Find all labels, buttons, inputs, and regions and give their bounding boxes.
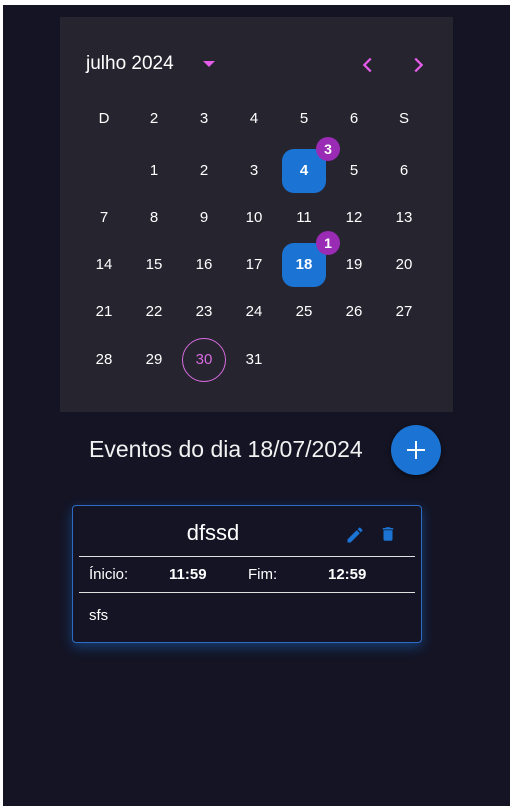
calendar-day-29[interactable]: 29 [132, 338, 176, 382]
calendar-day-13[interactable]: 13 [382, 196, 426, 240]
calendar-day-16[interactable]: 16 [182, 243, 226, 287]
weekday-label: S [398, 110, 409, 127]
month-year-label[interactable]: julho 2024 [86, 53, 174, 75]
calendar-day-24[interactable]: 24 [232, 290, 276, 334]
calendar-day-12[interactable]: 12 [332, 196, 376, 240]
calendar-day-19[interactable]: 19 [332, 243, 376, 287]
calendar-day-25[interactable]: 25 [282, 290, 326, 334]
calendar-day-1[interactable]: 1 [132, 149, 176, 193]
end-label: Fim: [248, 566, 278, 583]
calendar-day-9[interactable]: 9 [182, 196, 226, 240]
trash-icon[interactable] [379, 524, 397, 544]
calendar-day-14[interactable]: 14 [82, 243, 126, 287]
calendar-day-8[interactable]: 8 [132, 196, 176, 240]
calendar-day-10[interactable]: 10 [232, 196, 276, 240]
pencil-icon[interactable] [345, 525, 365, 545]
app-container: julho 2024 D23456S 1 2 3 4 3 5 6 7 8 9 10 11 12 13 14 1… [3, 5, 510, 806]
weekday-label: 2 [149, 110, 159, 127]
calendar-day-28[interactable]: 28 [82, 338, 126, 382]
calendar-day-20[interactable]: 20 [382, 243, 426, 287]
end-time: 12:59 [328, 566, 367, 583]
calendar: julho 2024 D23456S 1 2 3 4 3 5 6 7 8 9 10 11 12 13 14 1… [60, 17, 453, 412]
calendar-header: julho 2024 [60, 17, 453, 107]
calendar-day-30[interactable]: 30 [182, 338, 226, 382]
event-title: dfssd [186, 520, 240, 545]
add-event-button[interactable] [391, 425, 441, 475]
calendar-day-23[interactable]: 23 [182, 290, 226, 334]
weekday-label: 3 [199, 110, 209, 127]
calendar-day-17[interactable]: 17 [232, 243, 276, 287]
calendar-day-5[interactable]: 5 [332, 149, 376, 193]
calendar-day-21[interactable]: 21 [82, 290, 126, 334]
calendar-day-3[interactable]: 3 [232, 149, 276, 193]
calendar-day-27[interactable]: 27 [382, 290, 426, 334]
caret-down-icon[interactable] [203, 61, 215, 67]
divider [79, 556, 415, 557]
weekday-label: D [98, 110, 110, 127]
event-description: sfs [89, 607, 109, 624]
divider [79, 592, 415, 593]
plus-icon-vertical [415, 441, 417, 459]
calendar-day-6[interactable]: 6 [382, 149, 426, 193]
chevron-left-icon[interactable] [357, 54, 379, 76]
chevron-right-icon[interactable] [407, 54, 429, 76]
calendar-day-15[interactable]: 15 [132, 243, 176, 287]
events-day-title: Eventos do dia 18/07/2024 [89, 436, 363, 462]
calendar-day-2[interactable]: 2 [182, 149, 226, 193]
weekday-label: 5 [299, 110, 309, 127]
calendar-day-31[interactable]: 31 [232, 338, 276, 382]
weekday-label: 6 [349, 110, 359, 127]
calendar-day-7[interactable]: 7 [82, 196, 126, 240]
calendar-day-26[interactable]: 26 [332, 290, 376, 334]
event-card: dfssd Ínicio: 11:59 Fim: 12:59 sfs [72, 505, 422, 643]
weekday-label: 4 [249, 110, 259, 127]
start-time: 11:59 [169, 566, 207, 583]
calendar-day-22[interactable]: 22 [132, 290, 176, 334]
start-label: Ínicio: [89, 566, 129, 583]
